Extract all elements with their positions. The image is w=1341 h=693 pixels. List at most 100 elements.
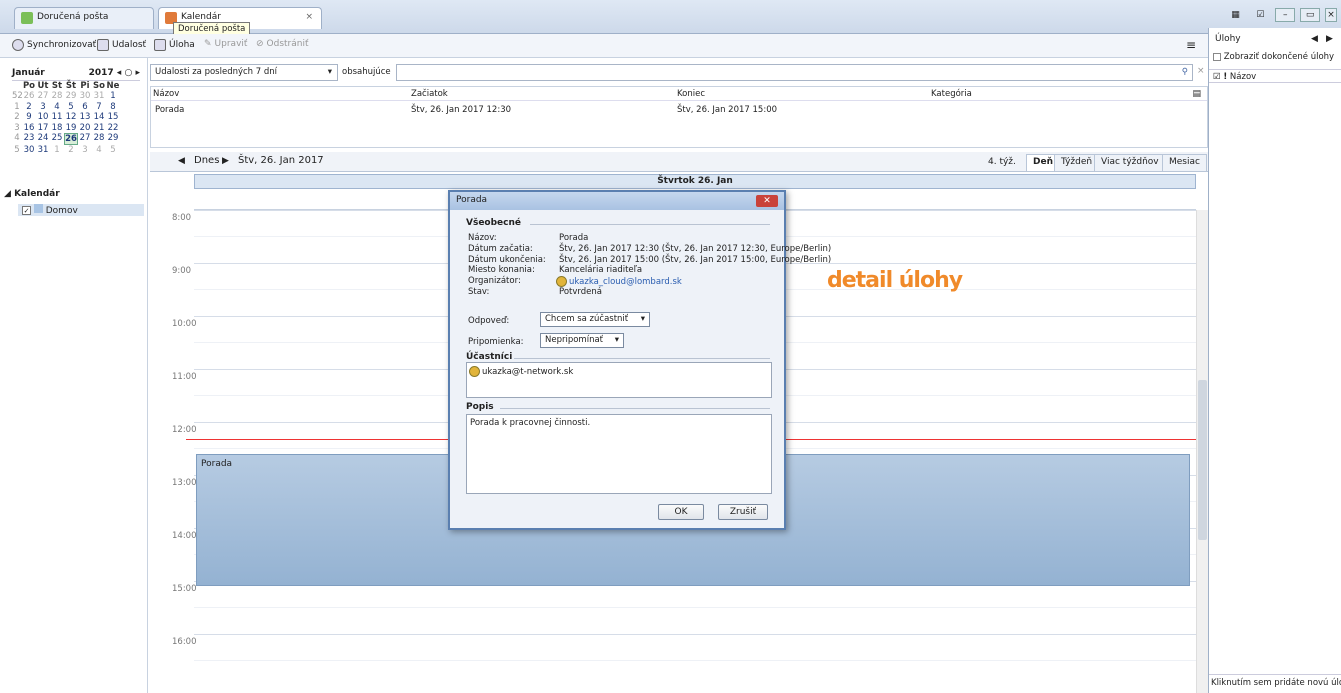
today-circle-icon[interactable]: ○ [124, 68, 132, 78]
tab-month[interactable]: Mesiac [1162, 154, 1207, 172]
mini-calendar-day[interactable]: 16 [22, 123, 36, 133]
mini-calendar-day[interactable]: 17 [36, 123, 50, 133]
attendee-item[interactable]: ukazka@t-network.sk [467, 363, 771, 380]
mini-calendar-day[interactable]: 31 [36, 145, 50, 155]
prev-day-icon[interactable]: ◀ [178, 156, 185, 166]
delete-button[interactable]: ⊘ Odstrániť [256, 39, 309, 49]
mini-calendar-day[interactable]: 3 [36, 102, 50, 112]
chevron-down-icon: ▾ [614, 335, 619, 345]
checkbox-icon[interactable]: ✓ [22, 206, 31, 215]
field-value: Porada [559, 233, 589, 243]
column-picker-icon[interactable]: ▤ [1192, 89, 1201, 99]
mini-calendar-day[interactable]: 12 [64, 112, 78, 122]
mini-calendar-day[interactable]: 21 [92, 123, 106, 133]
mini-calendar-day[interactable]: 6 [78, 102, 92, 112]
mini-calendar-day[interactable]: 25 [50, 133, 64, 145]
prev-arrow-icon[interactable]: ◀ [1311, 34, 1318, 44]
mini-calendar-day[interactable]: 29 [106, 133, 120, 145]
field-value[interactable]: ukazka_cloud@lombard.sk [556, 276, 682, 288]
sync-button[interactable]: Synchronizovať [12, 39, 96, 51]
vertical-scrollbar[interactable] [1196, 210, 1208, 693]
close-icon[interactable]: × [1325, 8, 1337, 22]
user-icon [469, 366, 480, 377]
mini-calendar-year[interactable]: 2017 [89, 68, 114, 78]
mini-calendar-day[interactable]: 28 [50, 91, 64, 101]
mini-calendar-day[interactable]: 2 [22, 102, 36, 112]
today-button[interactable]: Dnes [194, 155, 219, 166]
mini-calendar-day[interactable]: 4 [50, 102, 64, 112]
mini-calendar-day[interactable]: 28 [92, 133, 106, 145]
scroll-thumb[interactable] [1198, 380, 1207, 540]
close-tab-icon[interactable]: × [305, 12, 313, 22]
mini-calendar-day[interactable]: 31 [92, 91, 106, 101]
mini-calendar-day[interactable]: 1 [50, 145, 64, 155]
clear-search-icon[interactable]: × [1197, 66, 1205, 76]
mini-calendar-day[interactable]: 2 [64, 145, 78, 155]
mini-calendar-day[interactable]: 20 [78, 123, 92, 133]
dialog-titlebar: Porada [450, 192, 784, 210]
cancel-button[interactable]: Zrušiť [718, 504, 768, 520]
mini-calendar-day[interactable]: 18 [50, 123, 64, 133]
menu-icon[interactable]: ≡ [1186, 38, 1196, 52]
mini-calendar-day[interactable]: 14 [92, 112, 106, 122]
week-number: 5 [14, 145, 20, 156]
dialog-close-button[interactable]: ✕ [756, 195, 778, 207]
tab-week[interactable]: Týždeň [1054, 154, 1100, 172]
mini-calendar-day[interactable]: 30 [78, 91, 92, 101]
reply-select[interactable]: Chcem sa zúčastniť ▾ [540, 312, 650, 327]
left-pane: Január 2017 ◂ ○ ▸ Po Ut St Št Pi So Ne 52 26 27 28… [0, 58, 148, 693]
tasks-pane-icon[interactable]: ☑ [1250, 9, 1270, 23]
ok-button[interactable]: OK [658, 504, 704, 520]
mini-calendar-day[interactable]: 27 [78, 133, 92, 145]
next-arrow-icon[interactable]: ▶ [1326, 34, 1333, 44]
mini-calendar-day[interactable]: 7 [92, 102, 106, 112]
mini-calendar-day[interactable]: 29 [64, 91, 78, 101]
mini-calendar-day[interactable]: 26 [64, 133, 78, 146]
maximize-icon[interactable]: ▭ [1300, 8, 1321, 22]
calendar-item-home[interactable]: ✓ Domov [18, 204, 144, 216]
prev-month-icon[interactable]: ◂ [117, 68, 122, 78]
mini-calendar-day[interactable]: 3 [78, 145, 92, 155]
add-task-field[interactable]: Kliknutím sem pridáte novú úlohu [1209, 674, 1341, 692]
mini-calendar-day[interactable]: 5 [106, 145, 120, 155]
show-completed-toggle[interactable]: Zobraziť dokončené úlohy [1213, 52, 1334, 62]
tasks-column-header[interactable]: ☑ ! Názov [1209, 69, 1341, 83]
mini-calendar-day[interactable]: 26 [22, 91, 36, 101]
mini-calendar-day[interactable]: 9 [22, 112, 36, 122]
organizer-email[interactable]: ukazka_cloud@lombard.sk [569, 277, 682, 287]
reminder-select[interactable]: Nepripomínať ▾ [540, 333, 624, 348]
today-pane-icon[interactable]: ▦ [1226, 9, 1246, 23]
mini-calendar-day[interactable]: 22 [106, 123, 120, 133]
tab-multiweek[interactable]: Viac týždňov [1094, 154, 1166, 172]
mini-calendar-day[interactable]: 5 [64, 102, 78, 112]
list-row-start[interactable]: Štv, 26. Jan 2017 12:30 [411, 105, 511, 115]
checkbox-icon[interactable] [1213, 52, 1221, 61]
mini-calendar-day[interactable]: 4 [92, 145, 106, 155]
mini-calendar-day[interactable]: 19 [64, 123, 78, 133]
mini-calendar-day[interactable]: 10 [36, 112, 50, 122]
edit-button[interactable]: ✎ Upraviť [204, 39, 247, 49]
next-day-icon[interactable]: ▶ [222, 156, 229, 166]
mini-calendar-day[interactable]: 1 [106, 91, 120, 101]
mini-calendar-day[interactable]: 30 [22, 145, 36, 155]
next-month-icon[interactable]: ▸ [135, 68, 140, 78]
description-box[interactable]: Porada k pracovnej činnosti. [466, 414, 772, 494]
attendees-list[interactable]: ukazka@t-network.sk [466, 362, 772, 398]
mini-calendar-day[interactable]: 11 [50, 112, 64, 122]
minimize-icon[interactable]: – [1275, 8, 1296, 22]
new-event-button[interactable]: Udalosť [97, 39, 146, 51]
mini-calendar-day[interactable]: 8 [106, 102, 120, 112]
mini-calendar-day[interactable]: 24 [36, 133, 50, 145]
search-input[interactable]: ⚲ [396, 64, 1193, 81]
tab-inbox[interactable]: Doručená pošta [14, 7, 154, 29]
mini-calendar-day[interactable]: 13 [78, 112, 92, 122]
mini-calendar-day[interactable]: 23 [22, 133, 36, 145]
new-task-button[interactable]: Úloha [154, 39, 195, 51]
list-row-name[interactable]: Porada [155, 105, 184, 115]
event-range-select[interactable]: Udalosti za posledných 7 dní ▾ [150, 64, 338, 81]
list-row-end[interactable]: Štv, 26. Jan 2017 15:00 [677, 105, 777, 115]
mini-calendar-day[interactable]: 15 [106, 112, 120, 122]
mini-calendar-day[interactable]: 27 [36, 91, 50, 101]
description-section: Popis [466, 402, 494, 412]
mini-calendar-month[interactable]: Január [12, 68, 45, 78]
